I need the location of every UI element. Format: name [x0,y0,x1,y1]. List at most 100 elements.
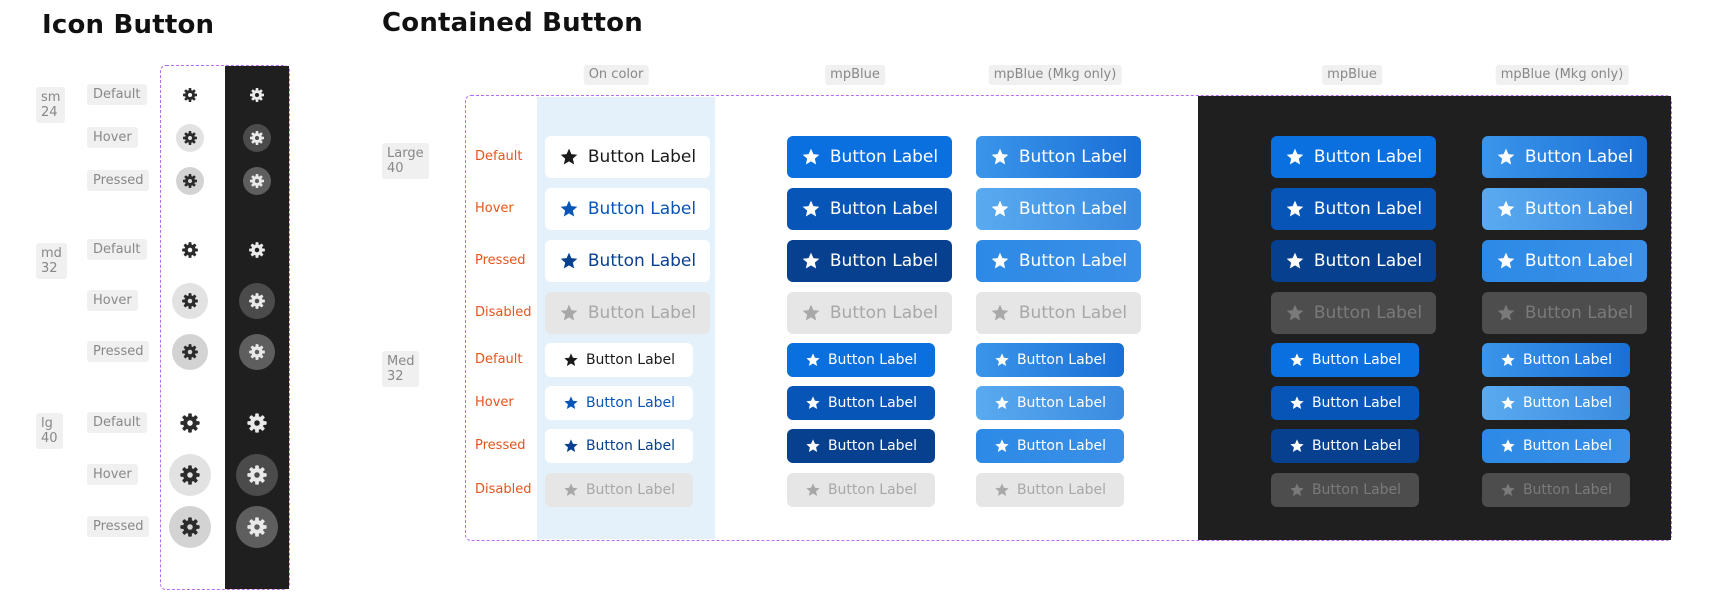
star-icon [802,200,820,217]
button-label-text: Button Label [587,147,697,167]
button-label-lg-hover-col4[interactable]: Button Label [1482,188,1647,230]
button-label-md-default-col2[interactable]: Button Label [976,343,1124,377]
button-label-md-pressed-col0[interactable]: Button Label [545,429,693,463]
contained-size-name: Large [387,146,424,161]
button-label-md-pressed-col4[interactable]: Button Label [1482,429,1630,463]
button-label-md-hover-col1[interactable]: Button Label [787,386,935,420]
icon-button-light-md-hover[interactable] [172,283,208,319]
icon-button-dark-md-hover[interactable] [239,283,275,319]
button-label-text: Button Label [585,395,676,411]
button-label-md-pressed-col2[interactable]: Button Label [976,429,1124,463]
button-label-lg-hover-col1[interactable]: Button Label [787,188,952,230]
button-label-md-hover-col0[interactable]: Button Label [545,386,693,420]
button-label-md-hover-col4[interactable]: Button Label [1482,386,1630,420]
button-label-text: Button Label [1313,251,1423,271]
star-icon [995,353,1009,366]
icon-size-tag-sm: sm 24 [36,87,66,123]
button-label-lg-pressed-col2[interactable]: Button Label [976,240,1141,282]
button-label-md-default-col4[interactable]: Button Label [1482,343,1630,377]
icon-button-light-md-default[interactable] [176,236,204,264]
icon-button-light-lg-pressed[interactable] [169,506,211,548]
button-label-md-pressed-col3[interactable]: Button Label [1271,429,1419,463]
star-icon [1497,252,1515,269]
button-label-md-default-col3[interactable]: Button Label [1271,343,1419,377]
button-label-lg-hover-col3[interactable]: Button Label [1271,188,1436,230]
icon-button-dark-lg-pressed[interactable] [236,506,278,548]
star-icon [564,483,578,496]
button-label-text: Button Label [587,199,697,219]
icon-button-dark-sm-pressed[interactable] [243,167,271,195]
button-label-md-default-col0[interactable]: Button Label [545,343,693,377]
star-icon [560,148,578,165]
button-label-lg-default-col3[interactable]: Button Label [1271,136,1436,178]
button-label-lg-pressed-col1[interactable]: Button Label [787,240,952,282]
star-icon [1286,304,1304,321]
button-label-md-pressed-col1[interactable]: Button Label [787,429,935,463]
button-label-lg-disabled-col0: Button Label [545,292,710,334]
star-icon [995,483,1009,496]
gear-icon [247,517,267,537]
button-label-lg-disabled-col4: Button Label [1482,292,1647,334]
icon-button-light-sm-hover[interactable] [176,124,204,152]
icon-button-dark-md-default[interactable] [243,236,271,264]
button-label-md-disabled-col3: Button Label [1271,473,1419,507]
star-icon [802,252,820,269]
button-label-lg-hover-col2[interactable]: Button Label [976,188,1141,230]
gear-icon [183,174,197,188]
icon-button-dark-lg-hover[interactable] [236,454,278,496]
button-label-lg-hover-col0[interactable]: Button Label [545,188,710,230]
icon-button-light-sm-pressed[interactable] [176,167,204,195]
gear-icon [250,88,264,102]
button-label-text: Button Label [1524,303,1634,323]
button-label-lg-default-col0[interactable]: Button Label [545,136,710,178]
icon-size-px: 40 [41,431,58,446]
icon-button-dark-md-pressed[interactable] [239,334,275,370]
icon-state-label-default: Default [87,412,147,433]
contained-state-label-disabled: Disabled [475,482,532,497]
button-label-lg-default-col4[interactable]: Button Label [1482,136,1647,178]
button-label-text: Button Label [585,438,676,454]
icon-button-heading: Icon Button [42,10,215,40]
icon-button-dark-lg-default[interactable] [239,405,275,441]
star-icon [560,304,578,321]
button-label-text: Button Label [1313,303,1423,323]
gear-icon [183,131,197,145]
gear-icon [180,413,200,433]
button-label-lg-pressed-col3[interactable]: Button Label [1271,240,1436,282]
button-label-text: Button Label [1311,395,1402,411]
button-label-text: Button Label [829,199,939,219]
button-label-lg-disabled-col1: Button Label [787,292,952,334]
button-label-text: Button Label [1018,147,1128,167]
button-label-text: Button Label [1018,251,1128,271]
button-label-lg-pressed-col4[interactable]: Button Label [1482,240,1647,282]
button-label-text: Button Label [1522,352,1613,368]
contained-state-label-pressed: Pressed [475,253,526,268]
icon-button-light-sm-default[interactable] [180,85,200,105]
icon-button-light-lg-hover[interactable] [169,454,211,496]
contained-size-name: Med [387,354,415,369]
button-label-text: Button Label [827,395,918,411]
button-label-md-hover-col2[interactable]: Button Label [976,386,1124,420]
button-label-text: Button Label [1524,199,1634,219]
star-icon [564,439,578,452]
button-label-lg-default-col1[interactable]: Button Label [787,136,952,178]
icon-button-dark-sm-hover[interactable] [243,124,271,152]
button-label-md-hover-col3[interactable]: Button Label [1271,386,1419,420]
column-header-1: mpBlue [825,65,885,85]
gear-icon [182,344,198,360]
star-icon [560,252,578,269]
button-label-md-disabled-col2: Button Label [976,473,1124,507]
star-icon [1497,200,1515,217]
star-icon [991,252,1009,269]
button-label-text: Button Label [587,303,697,323]
button-label-md-default-col1[interactable]: Button Label [787,343,935,377]
button-label-lg-pressed-col0[interactable]: Button Label [545,240,710,282]
icon-button-light-md-pressed[interactable] [172,334,208,370]
icon-button-dark-sm-default[interactable] [247,85,267,105]
icon-button-light-lg-default[interactable] [172,405,208,441]
button-label-lg-default-col2[interactable]: Button Label [976,136,1141,178]
star-icon [560,200,578,217]
icon-state-label-hover: Hover [87,290,138,311]
star-icon [1501,483,1515,496]
icon-state-label-pressed: Pressed [87,516,150,537]
